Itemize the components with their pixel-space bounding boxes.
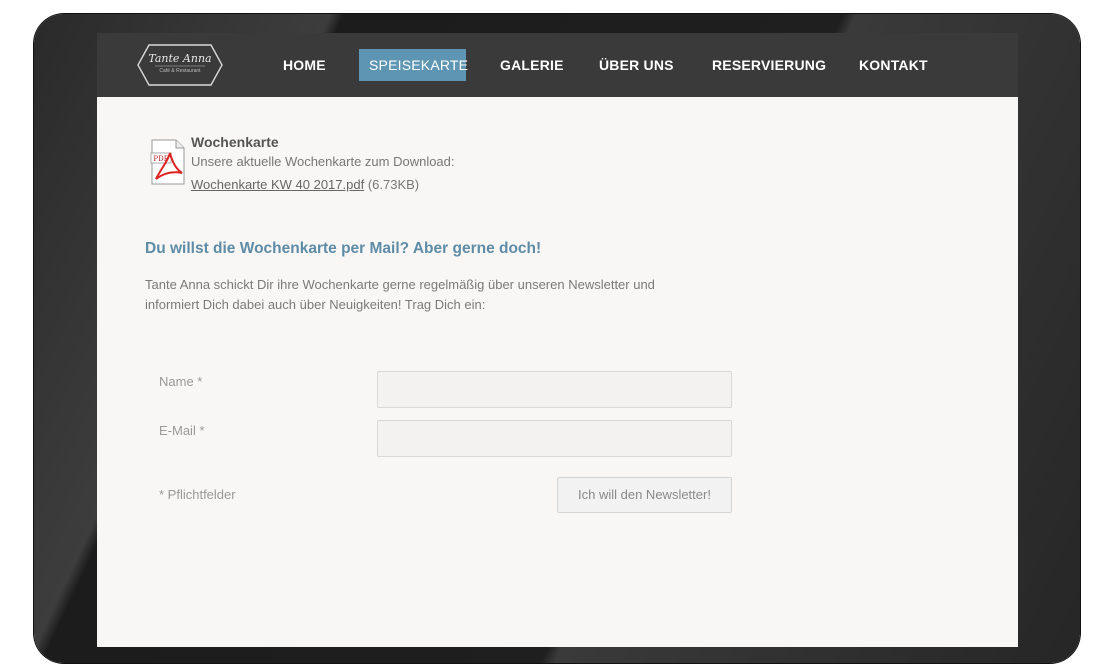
site-logo[interactable]: Tante Anna Café & Restaurant <box>137 44 223 86</box>
newsletter-text-line: informiert Dich dabei auch über Neuigkei… <box>145 297 486 312</box>
logo-subtitle: Café & Restaurant <box>159 68 201 74</box>
browser-viewport: Tante Anna Café & Restaurant HOME SPEISE… <box>97 33 1018 647</box>
main-navigation: Tante Anna Café & Restaurant HOME SPEISE… <box>97 33 1018 97</box>
pdf-file-icon: PDF <box>150 139 185 185</box>
newsletter-text-line: Tante Anna schickt Dir ihre Wochenkarte … <box>145 277 655 292</box>
nav-kontakt[interactable]: KONTAKT <box>849 49 938 81</box>
newsletter-submit-button[interactable]: Ich will den Newsletter! <box>557 477 732 513</box>
newsletter-heading: Du willst die Wochenkarte per Mail? Aber… <box>145 240 542 257</box>
nav-speisekarte[interactable]: SPEISEKARTE <box>359 49 468 81</box>
name-input[interactable] <box>377 371 732 408</box>
download-size: (6.73KB) <box>367 177 420 192</box>
logo-badge-icon <box>137 44 223 86</box>
download-description: Unsere aktuelle Wochenkarte zum Download… <box>191 154 455 169</box>
nav-ueber-uns[interactable]: ÜBER UNS <box>589 49 684 81</box>
newsletter-text: Tante Anna schickt Dir ihre Wochenkarte … <box>145 275 745 315</box>
nav-galerie[interactable]: GALERIE <box>490 49 574 81</box>
nav-reservierung[interactable]: RESERVIERUNG <box>702 49 836 81</box>
required-fields-note: * Pflichtfelder <box>159 487 236 502</box>
download-link[interactable]: Wochenkarte KW 40 2017.pdf <box>191 177 364 192</box>
name-label: Name * <box>159 374 203 389</box>
download-title: Wochenkarte <box>191 134 279 150</box>
email-input[interactable] <box>377 420 732 457</box>
nav-home[interactable]: HOME <box>273 49 336 81</box>
logo-name: Tante Anna <box>148 52 212 65</box>
email-label: E-Mail * <box>159 423 205 438</box>
download-link-line: Wochenkarte KW 40 2017.pdf (6.73KB) <box>191 177 419 192</box>
